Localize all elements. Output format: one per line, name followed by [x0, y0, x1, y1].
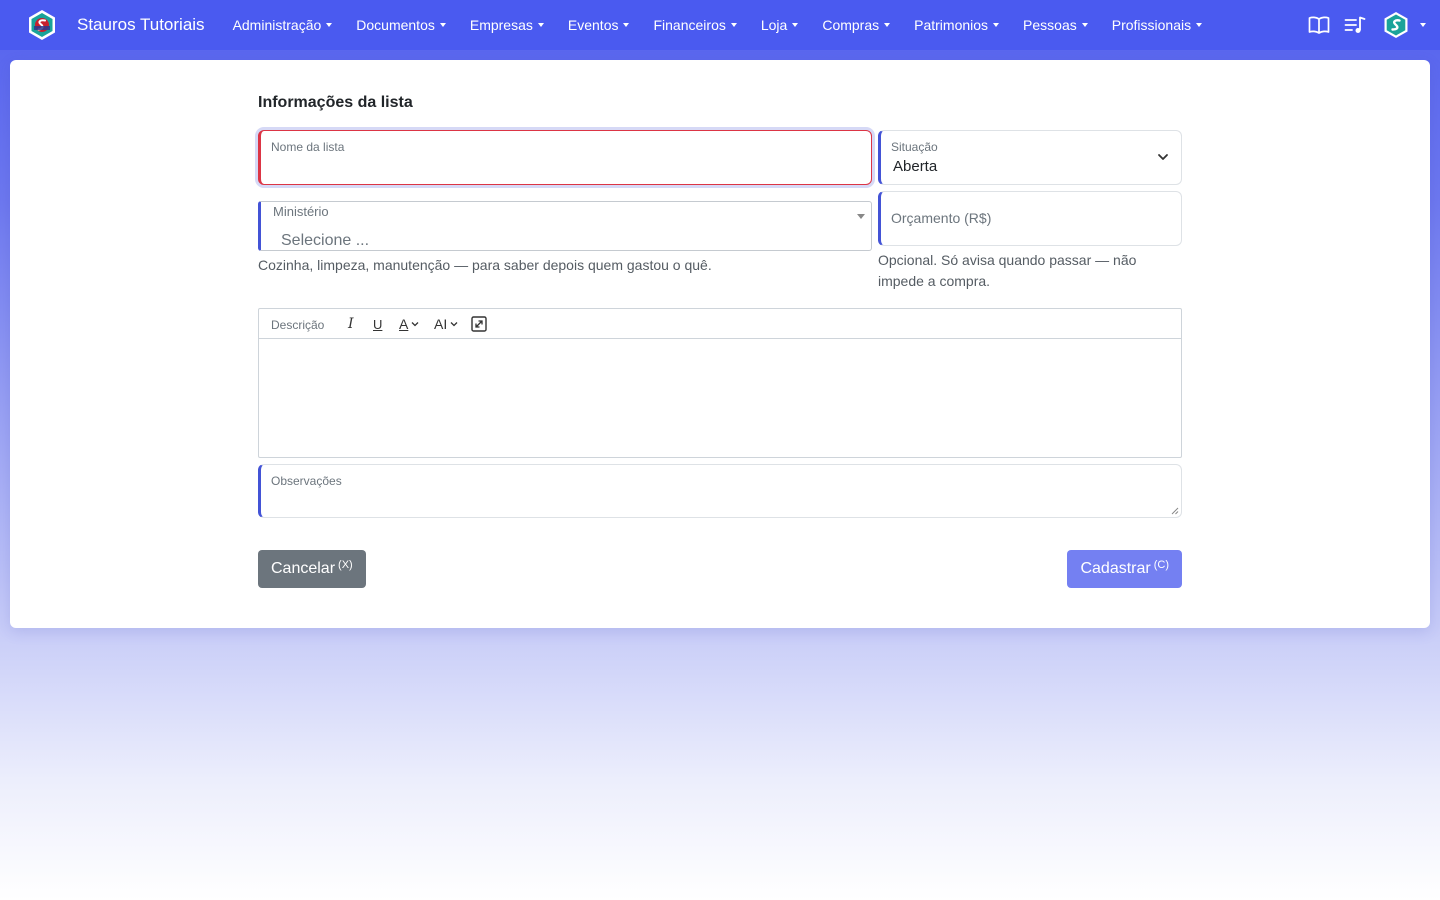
cancel-button-label: Cancelar [271, 560, 336, 577]
menu-empresas[interactable]: Empresas [470, 17, 544, 33]
form-card: Informações da lista Nome da lista Situa… [10, 60, 1430, 628]
descricao-editor: Descrição I U A AI [258, 308, 1182, 458]
orcamento-placeholder: Orçamento (R$) [891, 210, 992, 226]
playlist-icon[interactable] [1343, 13, 1367, 37]
submit-shortcut-hint: (C) [1153, 559, 1169, 571]
caret-down-icon [792, 23, 799, 27]
orcamento-field[interactable]: Orçamento (R$) [878, 191, 1182, 246]
caret-down-icon [623, 23, 630, 27]
cancel-button[interactable]: Cancelar (X) [258, 550, 366, 588]
observacoes-textarea[interactable] [271, 491, 1171, 513]
font-size-glyph: AI [434, 316, 448, 332]
cancel-shortcut-hint: (X) [338, 559, 353, 571]
menu-label: Compras [822, 17, 880, 33]
ministerio-label: Ministério [273, 204, 329, 219]
menu-administracao[interactable]: Administração [233, 17, 333, 33]
menu-patrimonios[interactable]: Patrimonios [914, 17, 1000, 33]
submit-button-label: Cadastrar [1080, 560, 1151, 577]
brand-name: Stauros Tutoriais [77, 15, 205, 34]
menu-pessoas[interactable]: Pessoas [1023, 17, 1088, 33]
font-size-button[interactable]: AI [434, 315, 458, 333]
user-menu[interactable] [1383, 11, 1426, 39]
caret-down-icon [884, 23, 891, 27]
underline-button[interactable]: U [373, 315, 382, 333]
chevron-down-icon [450, 322, 458, 327]
editor-toolbar: Descrição I U A AI [259, 309, 1181, 339]
menu-financeiros[interactable]: Financeiros [653, 17, 737, 33]
caret-down-icon [857, 214, 865, 219]
situacao-label: Situação [891, 140, 938, 154]
menu-compras[interactable]: Compras [822, 17, 891, 33]
menu-loja[interactable]: Loja [760, 17, 799, 33]
book-icon[interactable] [1307, 13, 1331, 37]
caret-down-icon [1420, 23, 1426, 27]
ministerio-placeholder: Selecione ... [281, 232, 370, 249]
expand-icon [471, 316, 487, 332]
caret-down-icon [537, 23, 544, 27]
text-color-button[interactable]: A [399, 315, 419, 333]
menu-label: Financeiros [653, 17, 726, 33]
navbar-right [1307, 0, 1426, 50]
descricao-editor-body[interactable] [259, 339, 1181, 457]
caret-down-icon [730, 23, 737, 27]
menu-label: Loja [760, 17, 788, 33]
italic-button[interactable]: I [348, 315, 354, 333]
caret-down-icon [1196, 23, 1203, 27]
menu-label: Eventos [567, 17, 619, 33]
menu-label: Pessoas [1023, 17, 1077, 33]
nome-da-lista-input[interactable] [271, 158, 861, 178]
situacao-select[interactable]: Situação Aberta [878, 130, 1182, 185]
top-navbar: Stauros Tutoriais Administração Document… [0, 0, 1440, 50]
nome-da-lista-field[interactable]: Nome da lista [258, 130, 872, 185]
menu-profissionais[interactable]: Profissionais [1111, 17, 1203, 33]
caret-down-icon [1081, 23, 1088, 27]
chevron-down-icon [1158, 154, 1168, 160]
section-title: Informações da lista [258, 94, 413, 111]
orcamento-help-text: Opcional. Só avisa quando passar — não i… [878, 252, 1137, 289]
caret-down-icon [439, 23, 446, 27]
menu-label: Profissionais [1111, 17, 1192, 33]
menu-label: Documentos [356, 17, 435, 33]
brand[interactable]: Stauros Tutoriais [26, 9, 205, 41]
nome-da-lista-label: Nome da lista [271, 140, 345, 154]
menu-label: Empresas [469, 17, 533, 33]
caret-down-icon [326, 23, 333, 27]
menu-documentos[interactable]: Documentos [356, 17, 446, 33]
menu-label: Administração [232, 17, 322, 33]
observacoes-label: Observações [271, 474, 342, 488]
menu-eventos[interactable]: Eventos [568, 17, 630, 33]
ministerio-help-text: Cozinha, limpeza, manutenção — para sabe… [258, 257, 712, 273]
fullscreen-button[interactable] [471, 315, 487, 333]
avatar-logo-icon [1384, 12, 1408, 38]
descricao-label: Descrição [271, 318, 325, 332]
menu-label: Patrimonios [914, 17, 989, 33]
submit-button[interactable]: Cadastrar (C) [1067, 550, 1182, 588]
resize-grip-icon[interactable] [1171, 507, 1179, 515]
caret-down-icon [993, 23, 1000, 27]
chevron-down-icon [411, 322, 419, 327]
observacoes-field[interactable]: Observações [258, 464, 1182, 518]
main-menu: Administração Documentos Empresas Evento… [233, 17, 1227, 33]
brand-logo-icon [29, 10, 55, 40]
situacao-value: Aberta [893, 158, 938, 175]
text-color-glyph: A [399, 316, 409, 332]
ministerio-select[interactable]: Ministério Selecione ... [258, 201, 872, 251]
